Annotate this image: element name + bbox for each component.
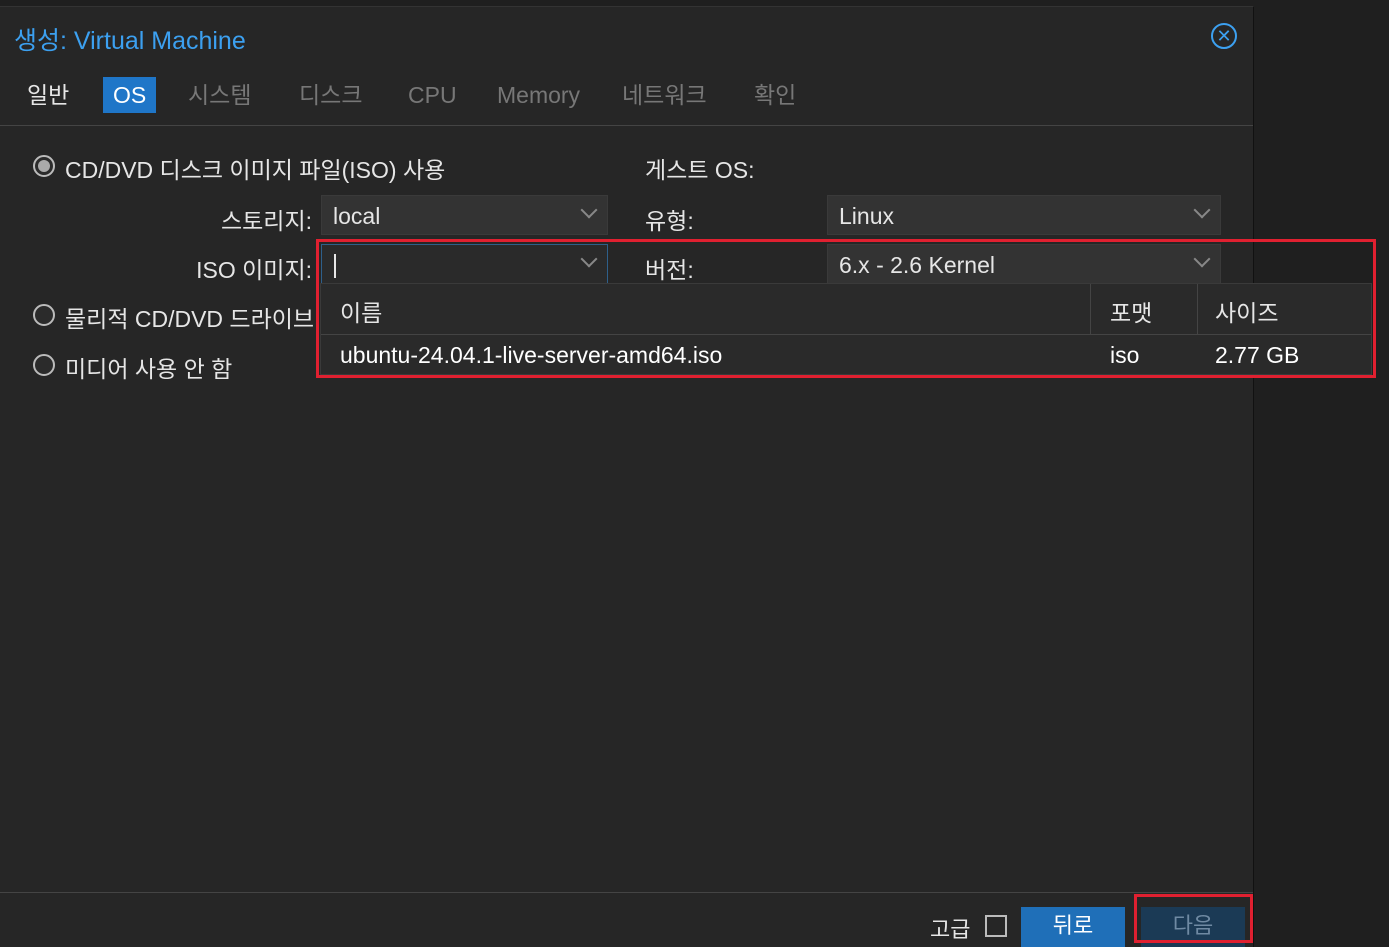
tab-system[interactable]: 시스템	[178, 77, 261, 113]
chevron-down-icon	[1193, 201, 1211, 219]
iso-file-size: 2.77 GB	[1215, 342, 1300, 368]
text-cursor	[334, 254, 336, 278]
iso-image-label: ISO 이미지:	[196, 257, 312, 283]
iso-image-select[interactable]	[321, 244, 608, 284]
footer-divider	[0, 892, 1253, 893]
iso-file-name: ubuntu-24.04.1-live-server-amd64.iso	[340, 342, 723, 368]
physical-drive-radio[interactable]	[33, 304, 55, 326]
iso-list-item[interactable]: ubuntu-24.04.1-live-server-amd64.iso iso…	[321, 335, 1371, 373]
guest-os-heading: 게스트 OS:	[645, 157, 755, 183]
no-media-radio[interactable]	[33, 354, 55, 376]
back-button[interactable]: 뒤로	[1021, 907, 1125, 947]
tab-cpu[interactable]: CPU	[398, 77, 467, 113]
chevron-down-icon	[580, 250, 598, 268]
column-header-format[interactable]: 포맷	[1110, 294, 1152, 328]
storage-select[interactable]: local	[321, 195, 608, 235]
column-header-name[interactable]: 이름	[340, 294, 382, 328]
iso-dropdown-list: 이름 포맷 사이즈 ubuntu-24.04.1-live-server-amd…	[320, 283, 1372, 375]
iso-file-format: iso	[1110, 342, 1140, 368]
storage-label: 스토리지:	[220, 208, 312, 234]
tab-os[interactable]: OS	[103, 77, 157, 113]
tab-confirm[interactable]: 확인	[744, 77, 806, 113]
iso-radio[interactable]	[33, 155, 55, 177]
close-icon[interactable]: ✕	[1211, 23, 1237, 49]
storage-value: local	[333, 203, 381, 229]
os-type-label: 유형:	[645, 208, 694, 234]
no-media-option-label: 미디어 사용 안 함	[65, 356, 233, 382]
wizard-tabs: 일반 OS 시스템 디스크 CPU Memory 네트워크 확인	[0, 77, 1253, 121]
tab-general[interactable]: 일반	[17, 77, 79, 113]
tab-disk[interactable]: 디스크	[289, 77, 372, 113]
tab-divider	[0, 125, 1253, 126]
create-vm-dialog: 생성: Virtual Machine ✕ 일반 OS 시스템 디스크 CPU …	[0, 6, 1254, 947]
tab-memory[interactable]: Memory	[487, 77, 590, 113]
column-divider	[1197, 284, 1198, 334]
os-version-label: 버전:	[645, 257, 694, 283]
advanced-checkbox[interactable]	[985, 915, 1007, 937]
os-version-select[interactable]: 6.x - 2.6 Kernel	[827, 244, 1221, 284]
iso-option-label: CD/DVD 디스크 이미지 파일(ISO) 사용	[65, 157, 446, 183]
os-version-value: 6.x - 2.6 Kernel	[839, 252, 995, 278]
column-header-size[interactable]: 사이즈	[1215, 294, 1278, 328]
tab-network[interactable]: 네트워크	[612, 77, 717, 113]
column-divider	[1090, 284, 1091, 334]
dialog-title: 생성: Virtual Machine	[14, 27, 246, 55]
chevron-down-icon	[1193, 250, 1211, 268]
advanced-label: 고급	[930, 917, 971, 942]
iso-list-header: 이름 포맷 사이즈	[321, 284, 1371, 335]
next-button[interactable]: 다음	[1141, 907, 1245, 947]
chevron-down-icon	[580, 201, 598, 219]
physical-option-label: 물리적 CD/DVD 드라이브	[65, 306, 315, 332]
os-type-value: Linux	[839, 203, 894, 229]
os-type-select[interactable]: Linux	[827, 195, 1221, 235]
